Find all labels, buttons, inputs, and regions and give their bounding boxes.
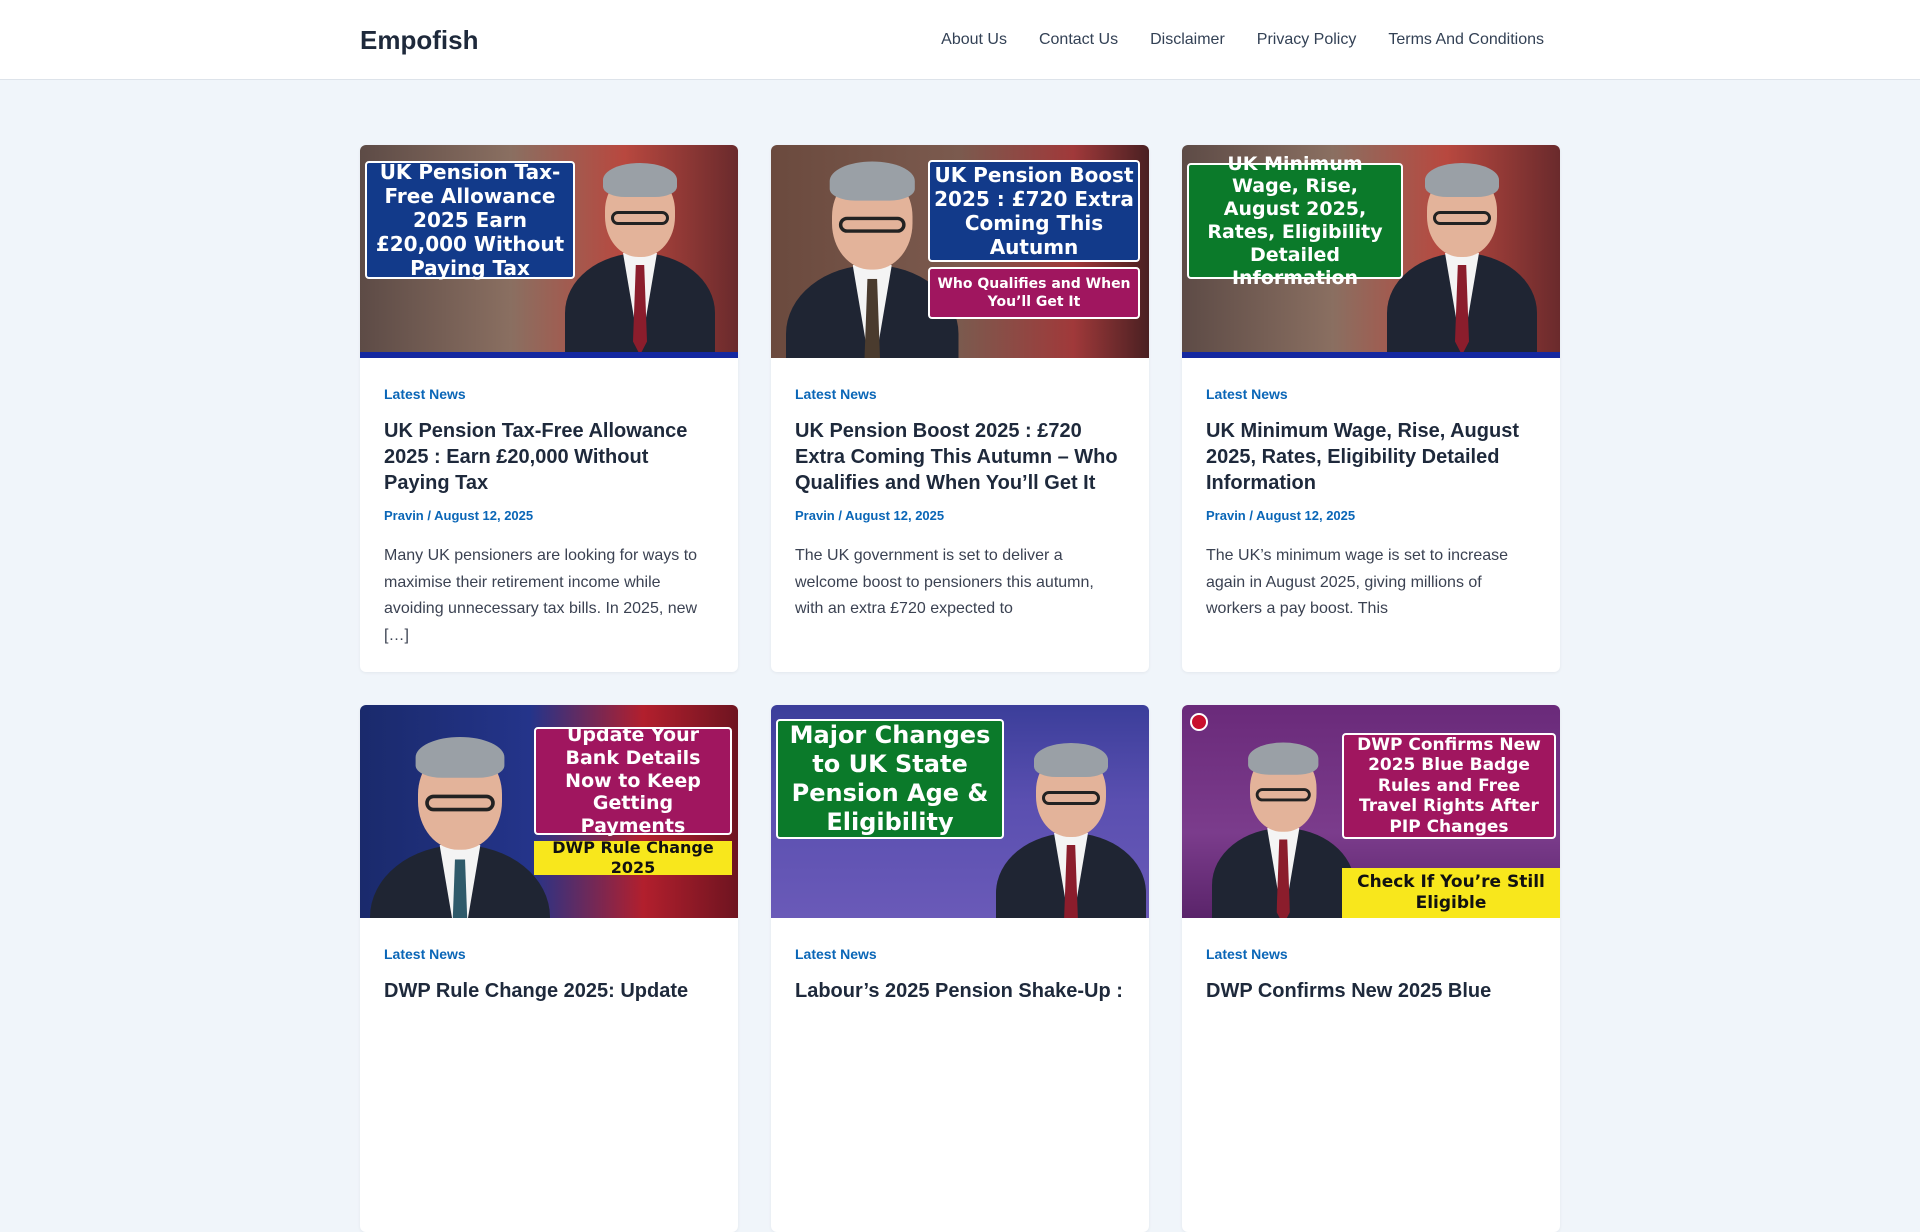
person-figure: [1387, 153, 1537, 358]
post-thumbnail[interactable]: UK Pension Tax-Free Allowance 2025 Earn …: [360, 145, 738, 358]
meta-separator: /: [427, 508, 431, 523]
thumbnail-subbanner: Who Qualifies and When You’ll Get It: [928, 267, 1140, 319]
thumbnail-banner: Update Your Bank Details Now to Keep Get…: [534, 724, 732, 837]
person-figure: [1212, 733, 1355, 918]
meta-separator: /: [1249, 508, 1253, 523]
post-author[interactable]: Pravin: [1206, 508, 1246, 523]
person-figure: [996, 733, 1146, 918]
post-meta: Pravin / August 12, 2025: [795, 508, 1125, 523]
site-header: Empofish About Us Contact Us Disclaimer …: [0, 0, 1920, 80]
post-category-link[interactable]: Latest News: [795, 946, 877, 962]
person-figure: [565, 153, 715, 358]
post-card: Update Your Bank Details Now to Keep Get…: [360, 705, 738, 1232]
post-title[interactable]: DWP Rule Change 2025: Update: [384, 978, 714, 1004]
nav-about-us[interactable]: About Us: [925, 0, 1023, 80]
person-figure: [370, 725, 550, 918]
post-thumbnail[interactable]: Update Your Bank Details Now to Keep Get…: [360, 705, 738, 918]
post-card: UK Minimum Wage, Rise, August 2025, Rate…: [1182, 145, 1560, 672]
post-title[interactable]: UK Pension Boost 2025 : £720 Extra Comin…: [795, 418, 1125, 496]
nav-terms-and-conditions[interactable]: Terms And Conditions: [1372, 0, 1560, 80]
post-excerpt: Many UK pensioners are looking for ways …: [384, 547, 698, 644]
post-thumbnail[interactable]: UK Minimum Wage, Rise, August 2025, Rate…: [1182, 145, 1560, 358]
site-title[interactable]: Empofish: [360, 25, 478, 56]
nav-contact-us[interactable]: Contact Us: [1023, 0, 1134, 80]
post-category-link[interactable]: Latest News: [384, 946, 466, 962]
thumbnail-subbanner: Check If You’re Still Eligible: [1342, 868, 1560, 918]
post-card: UK Pension Tax-Free Allowance 2025 Earn …: [360, 145, 738, 672]
meta-separator: /: [838, 508, 842, 523]
post-body: Latest News UK Pension Tax-Free Allowanc…: [360, 358, 738, 672]
header-inner: Empofish About Us Contact Us Disclaimer …: [360, 0, 1560, 80]
post-excerpt: The UK government is set to deliver a we…: [795, 547, 1094, 617]
post-body: Latest News DWP Confirms New 2025 Blue: [1182, 918, 1560, 1028]
nav-privacy-policy[interactable]: Privacy Policy: [1241, 0, 1373, 80]
main-nav: About Us Contact Us Disclaimer Privacy P…: [925, 0, 1560, 80]
thumbnail-banner: UK Pension Boost 2025 : £720 Extra Comin…: [928, 160, 1140, 262]
post-body: Latest News UK Pension Boost 2025 : £720…: [771, 358, 1149, 647]
thumbnail-banner: UK Minimum Wage, Rise, August 2025, Rate…: [1187, 153, 1403, 289]
post-thumbnail[interactable]: DWP Confirms New 2025 Blue Badge Rules a…: [1182, 705, 1560, 918]
post-category-link[interactable]: Latest News: [795, 386, 877, 402]
post-body: Latest News DWP Rule Change 2025: Update: [360, 918, 738, 1028]
post-date: August 12, 2025: [434, 508, 534, 523]
post-meta: Pravin / August 12, 2025: [1206, 508, 1536, 523]
nav-disclaimer[interactable]: Disclaimer: [1134, 0, 1241, 80]
post-author[interactable]: Pravin: [384, 508, 424, 523]
post-title[interactable]: Labour’s 2025 Pension Shake-Up :: [795, 978, 1125, 1004]
post-date: August 12, 2025: [845, 508, 945, 523]
post-date: August 12, 2025: [1256, 508, 1356, 523]
uk-flag-icon: [1190, 713, 1208, 731]
post-thumbnail[interactable]: Major Changes to UK State Pension Age & …: [771, 705, 1149, 918]
post-meta: Pravin / August 12, 2025: [384, 508, 714, 523]
thumbnail-banner: Major Changes to UK State Pension Age & …: [776, 719, 1004, 839]
post-body: Latest News Labour’s 2025 Pension Shake-…: [771, 918, 1149, 1028]
post-thumbnail[interactable]: UK Pension Boost 2025 : £720 Extra Comin…: [771, 145, 1149, 358]
post-category-link[interactable]: Latest News: [384, 386, 466, 402]
post-title[interactable]: UK Minimum Wage, Rise, August 2025, Rate…: [1206, 418, 1536, 496]
post-category-link[interactable]: Latest News: [1206, 386, 1288, 402]
post-card: Major Changes to UK State Pension Age & …: [771, 705, 1149, 1232]
posts-grid: UK Pension Tax-Free Allowance 2025 Earn …: [360, 145, 1560, 1232]
thumbnail-banner: DWP Confirms New 2025 Blue Badge Rules a…: [1342, 733, 1556, 839]
post-author[interactable]: Pravin: [795, 508, 835, 523]
post-excerpt: The UK’s minimum wage is set to increase…: [1206, 547, 1509, 617]
post-title[interactable]: UK Pension Tax-Free Allowance 2025 : Ear…: [384, 418, 714, 496]
thumbnail-subbanner: DWP Rule Change 2025: [534, 838, 732, 877]
post-card: UK Pension Boost 2025 : £720 Extra Comin…: [771, 145, 1149, 672]
thumbnail-banner: UK Pension Tax-Free Allowance 2025 Earn …: [365, 160, 575, 280]
post-title[interactable]: DWP Confirms New 2025 Blue: [1206, 978, 1536, 1004]
post-category-link[interactable]: Latest News: [1206, 946, 1288, 962]
post-body: Latest News UK Minimum Wage, Rise, Augus…: [1182, 358, 1560, 647]
post-card: DWP Confirms New 2025 Blue Badge Rules a…: [1182, 705, 1560, 1232]
